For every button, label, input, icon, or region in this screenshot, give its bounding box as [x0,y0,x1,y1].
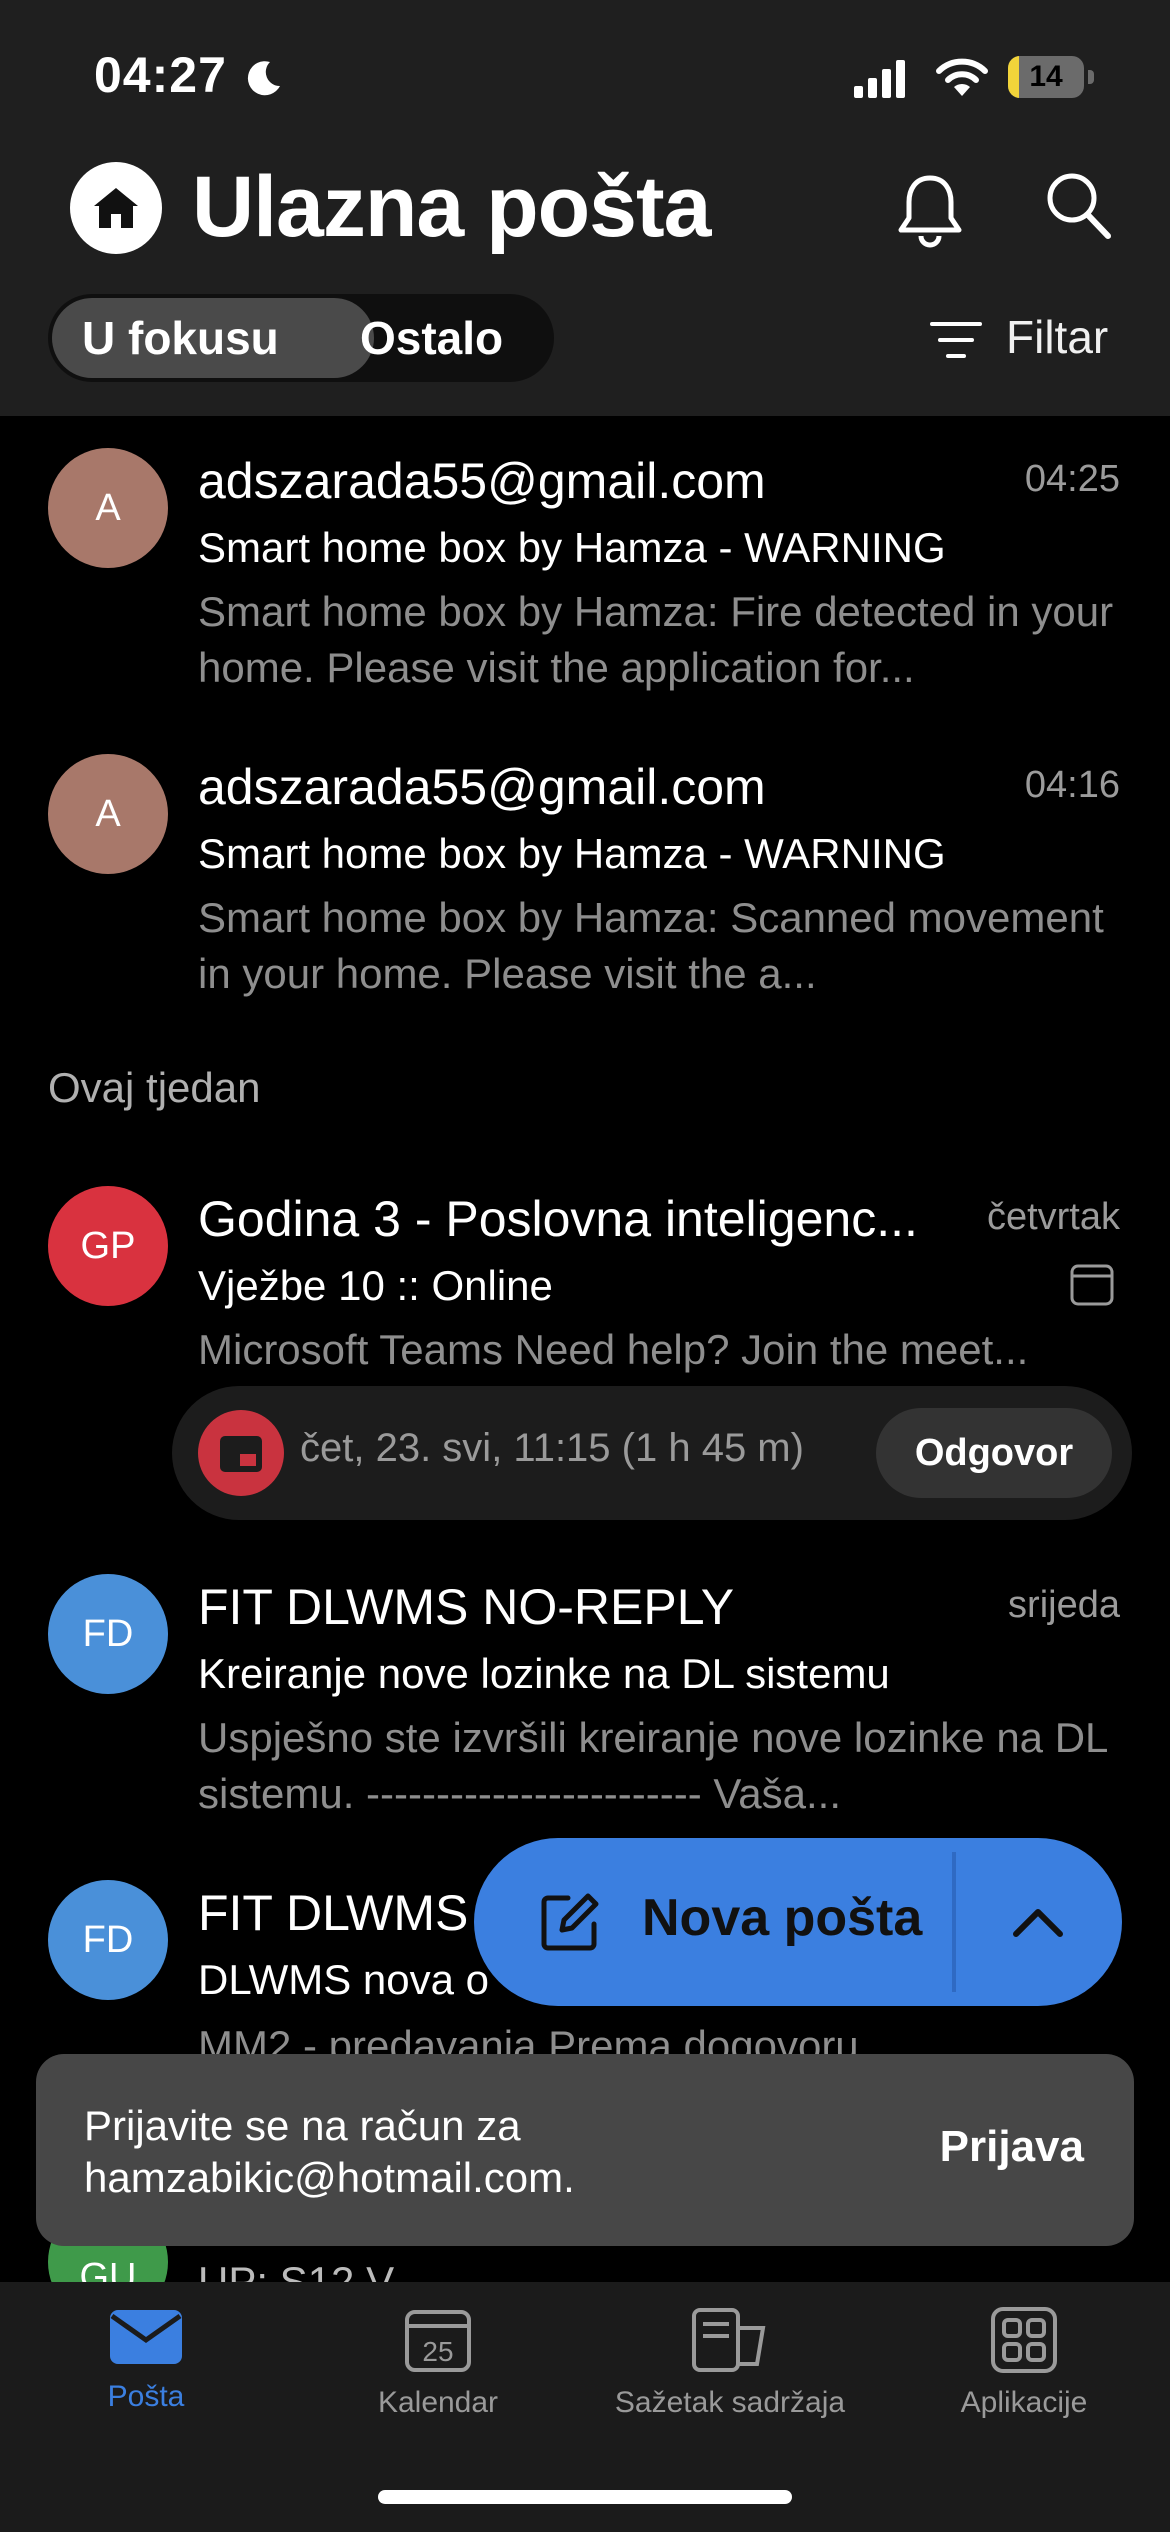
tab-label: Kalendar [377,2386,499,2419]
compose-icon [541,1893,599,1951]
bell-icon[interactable] [895,170,965,250]
sender: adszarada55@gmail.com [198,759,766,815]
tab-label: Pošta [107,2380,185,2413]
tab-focused[interactable]: U fokusu [82,294,279,382]
inbox-segmented-control: U fokusu Ostalo [48,294,554,382]
chevron-up-icon[interactable] [1010,1894,1066,1950]
search-icon[interactable] [1042,168,1114,244]
preview: Smart home box by Hamza: Fire detected i… [198,588,1114,691]
compose-label: Nova pošta [642,1889,923,1947]
tab-feed[interactable]: Sažetak sadržaja [600,2306,860,2456]
respond-button[interactable]: Odgovor [876,1408,1112,1498]
battery-indicator: 14 [1008,56,1094,98]
subject: Smart home box by Hamza - WARNING [198,830,946,877]
home-indicator [378,2490,792,2504]
section-header: Ovaj tjedan [48,1064,261,1111]
subject: DLWMS nova o [198,1956,489,2003]
filter-icon [930,322,982,358]
home-icon [94,188,138,228]
preview: Uspješno ste izvršili kreiranje nove loz… [198,1714,1107,1817]
event-time: čet, 23. svi, 11:15 (1 h 45 m) [300,1426,804,1470]
event-calendar-icon [198,1410,284,1496]
message-time: 04:16 [1024,764,1120,806]
page-title: Ulazna pošta [192,159,711,255]
calendar-date: 25 [422,2336,453,2367]
moon-icon [247,61,280,96]
avatar: A [48,448,168,568]
avatar: A [48,754,168,874]
tab-calendar[interactable]: 25 Kalendar [308,2306,568,2456]
sender: FIT DLWMS [198,1885,469,1941]
preview: Microsoft Teams Need help? Join the meet… [198,1326,1029,1373]
avatar: GP [48,1186,168,1306]
tab-label: Aplikacije [960,2386,1088,2419]
mail-icon [110,2310,182,2364]
event-card[interactable]: čet, 23. svi, 11:15 (1 h 45 m) Odgovor [172,1386,1132,1520]
avatar: FD [48,1880,168,2000]
toast-message: Prijavite se na račun za hamzabikic@hotm… [84,2102,575,2201]
apps-icon [991,2307,1057,2373]
tab-label: Sažetak sadržaja [614,2386,846,2419]
header: 04:27 14 Ulazna pošta U fokusu Ostalo Fi… [0,0,1170,416]
status-time: 04:27 [94,47,227,103]
subject: Kreiranje nove lozinke na DL sistemu [198,1650,890,1697]
filter-label: Filtar [1006,311,1109,363]
calendar-icon: 25 [405,2310,471,2372]
sign-in-toast: Prijavite se na račun za hamzabikic@hotm… [36,2054,1134,2246]
subject: Smart home box by Hamza - WARNING [198,524,946,571]
wifi-icon [936,58,988,96]
tab-mail[interactable]: Pošta [16,2306,276,2456]
sender: Godina 3 - Poslovna inteligenc... [198,1191,918,1247]
status-bar: 04:27 14 [0,0,1170,150]
signal-icon [854,60,905,98]
sender: adszarada55@gmail.com [198,453,766,509]
message-time: 04:25 [1024,458,1120,500]
preview: Smart home box by Hamza: Scanned movemen… [198,894,1104,997]
compose-button[interactable]: Nova pošta [474,1838,1122,2006]
feed-icon [692,2308,766,2372]
account-home-button[interactable] [70,162,162,254]
calendar-invite-icon [1070,1264,1114,1306]
tab-other[interactable]: Ostalo [360,294,503,382]
battery-level: 14 [1029,60,1063,93]
message-time: srijeda [1008,1584,1120,1626]
compose-divider [952,1852,956,1992]
avatar: FD [48,1574,168,1694]
sender: FIT DLWMS NO-REPLY [198,1579,735,1635]
tab-apps[interactable]: Aplikacije [894,2306,1154,2456]
message-time: četvrtak [986,1196,1120,1238]
sign-in-button[interactable]: Prijava [940,2122,1084,2172]
subject: Vježbe 10 :: Online [198,1262,553,1309]
